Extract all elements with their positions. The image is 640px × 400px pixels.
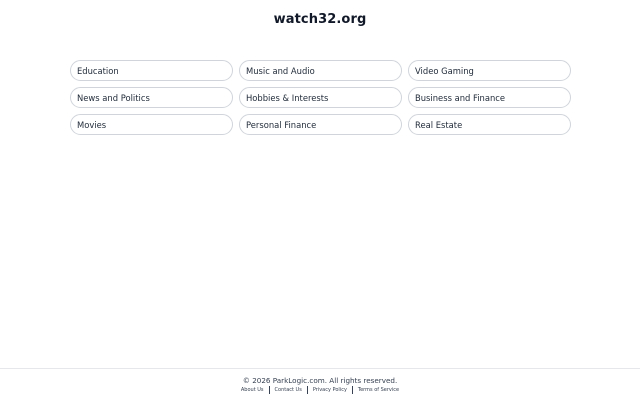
- category-link-business-and-finance[interactable]: Business and Finance: [408, 87, 571, 108]
- site-title: watch32.org: [273, 12, 367, 27]
- category-link-movies[interactable]: Movies: [70, 114, 233, 135]
- category-link-personal-finance[interactable]: Personal Finance: [239, 114, 402, 135]
- category-link-real-estate[interactable]: Real Estate: [408, 114, 571, 135]
- footer-link-terms-of-service[interactable]: Terms of Service: [353, 387, 404, 393]
- footer-link-about-us[interactable]: About Us: [236, 387, 269, 393]
- footer-link-privacy-policy[interactable]: Privacy Policy: [308, 387, 352, 393]
- category-link-video-gaming[interactable]: Video Gaming: [408, 60, 571, 81]
- category-grid: Education Music and Audio Video Gaming N…: [70, 60, 571, 135]
- page: watch32.org Education Music and Audio Vi…: [0, 0, 640, 400]
- footer: © 2026 ParkLogic.com. All rights reserve…: [0, 368, 640, 400]
- category-link-news-and-politics[interactable]: News and Politics: [70, 87, 233, 108]
- category-link-music-and-audio[interactable]: Music and Audio: [239, 60, 402, 81]
- category-link-hobbies-interests[interactable]: Hobbies & Interests: [239, 87, 402, 108]
- footer-link-contact-us[interactable]: Contact Us: [270, 387, 307, 393]
- category-link-education[interactable]: Education: [70, 60, 233, 81]
- copyright-text: © 2026 ParkLogic.com. All rights reserve…: [242, 376, 398, 385]
- footer-links: About Us Contact Us Privacy Policy Terms…: [0, 386, 640, 394]
